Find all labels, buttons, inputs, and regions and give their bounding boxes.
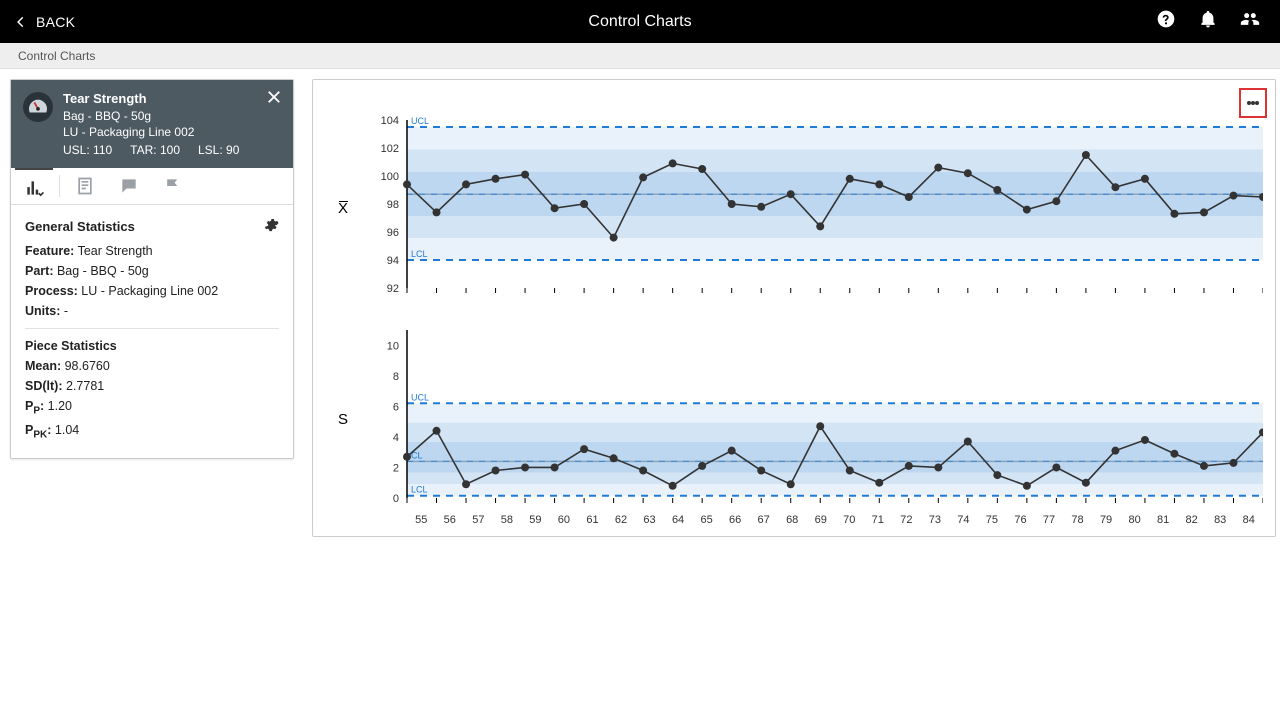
xbar-axis-label: X (335, 201, 351, 217)
piece-stats-heading: Piece Statistics (25, 339, 279, 353)
ppk-value: 1.04 (55, 423, 79, 437)
tar-label: TAR: (130, 143, 156, 157)
svg-text:0: 0 (393, 493, 399, 505)
feature-label: Feature: (25, 244, 74, 258)
svg-text:8: 8 (393, 371, 399, 383)
units-value: - (64, 304, 68, 318)
svg-text:LCL: LCL (411, 249, 428, 259)
svg-text:UCL: UCL (411, 116, 429, 126)
feature-value: Tear Strength (78, 244, 153, 258)
people-icon[interactable] (1240, 9, 1260, 34)
close-button[interactable] (265, 88, 283, 113)
tab-comment[interactable] (110, 168, 148, 204)
back-label: BACK (36, 14, 75, 30)
back-button[interactable]: BACK (0, 13, 75, 31)
tab-flag[interactable] (154, 168, 192, 204)
chart-card: X 92 94 96 98 100 102 104 UCL LCL S 0 2 4 6 8 10 UCL LC… (312, 79, 1276, 537)
svg-text:6: 6 (393, 401, 399, 413)
svg-text:10: 10 (387, 340, 399, 352)
usl-value: 110 (93, 143, 112, 157)
svg-text:100: 100 (381, 171, 399, 183)
svg-text:92: 92 (387, 283, 399, 295)
process-label: Process: (25, 284, 78, 298)
svg-text:104: 104 (381, 116, 399, 127)
sd-label: SD(lt): (25, 379, 63, 393)
svg-text:96: 96 (387, 227, 399, 239)
sd-value: 2.7781 (66, 379, 104, 393)
bell-icon[interactable] (1198, 9, 1218, 34)
lsl-label: LSL: (198, 143, 223, 157)
units-label: Units: (25, 304, 60, 318)
breadcrumb: Control Charts (0, 43, 1280, 69)
settings-icon[interactable] (263, 217, 279, 236)
side-panel: Tear Strength Bag - BBQ - 50g LU - Packa… (10, 79, 294, 459)
svg-text:LCL: LCL (411, 485, 428, 495)
usl-label: USL: (63, 143, 90, 157)
tab-notes[interactable] (66, 168, 104, 204)
lsl-value: 90 (226, 143, 239, 157)
svg-text:UCL: UCL (411, 392, 429, 402)
more-menu-button[interactable] (1239, 88, 1267, 118)
tab-chart[interactable] (15, 167, 53, 206)
mean-label: Mean: (25, 359, 61, 373)
gauge-icon (23, 92, 53, 122)
s-chart: 0246810UCLLCLCL (351, 326, 1263, 512)
chevron-left-icon (14, 13, 28, 31)
part-label: Part: (25, 264, 53, 278)
svg-text:2: 2 (393, 462, 399, 474)
svg-text:4: 4 (393, 432, 399, 444)
pp-value: 1.20 (48, 399, 72, 413)
part-subtitle: Bag - BBQ - 50g (63, 108, 239, 124)
feature-title: Tear Strength (63, 90, 239, 108)
tar-value: 100 (160, 143, 180, 157)
svg-text:94: 94 (387, 255, 399, 267)
process-subtitle: LU - Packaging Line 002 (63, 124, 239, 140)
s-axis-label: S (335, 411, 351, 428)
svg-text:102: 102 (381, 143, 399, 155)
part-value: Bag - BBQ - 50g (57, 264, 149, 278)
svg-text:98: 98 (387, 199, 399, 211)
x-axis-ticks: 5556575859606162636465666768697071727374… (407, 514, 1263, 526)
page-title: Control Charts (588, 13, 691, 31)
help-icon[interactable] (1156, 9, 1176, 34)
mean-value: 98.6760 (65, 359, 110, 373)
general-stats-heading: General Statistics (25, 219, 135, 234)
xbar-chart: 92 94 96 98 100 102 104 UCL LCL (351, 116, 1263, 302)
process-value: LU - Packaging Line 002 (81, 284, 218, 298)
